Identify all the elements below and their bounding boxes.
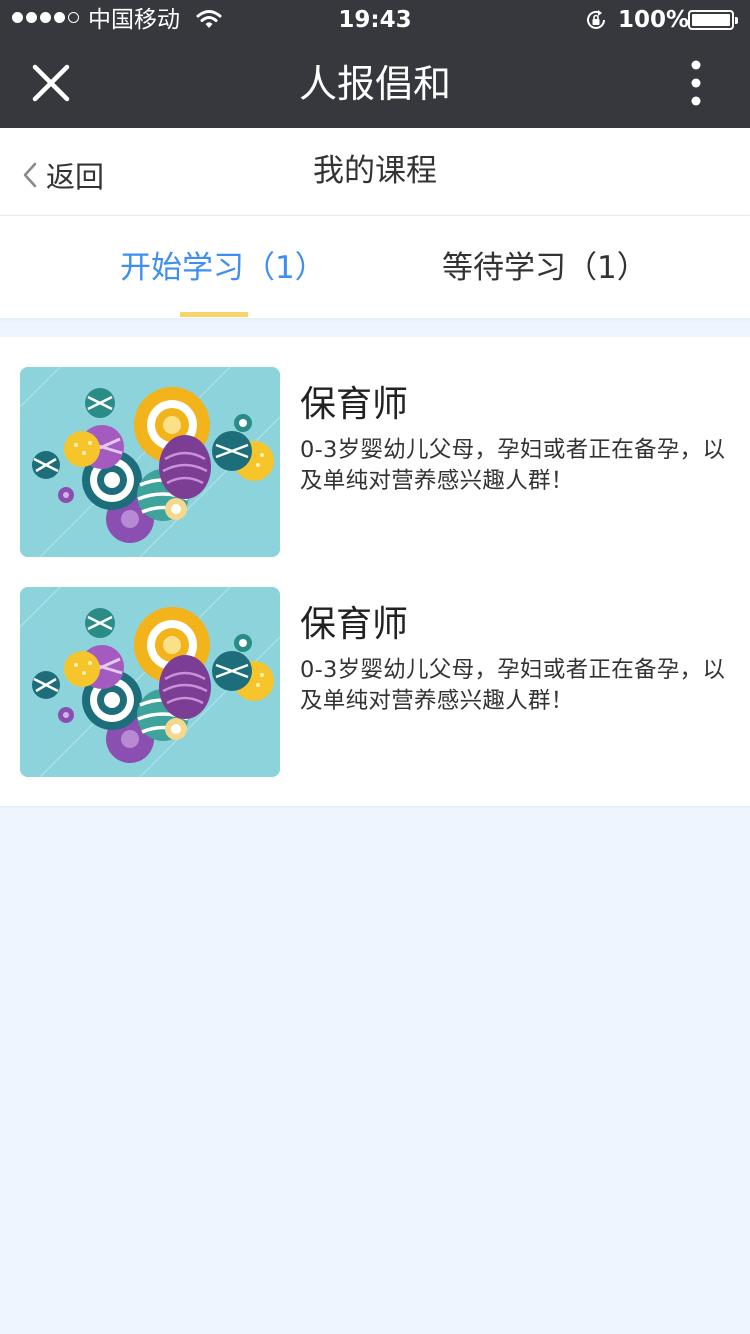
back-button[interactable]: 返回 (20, 152, 104, 198)
more-options-button[interactable] (680, 58, 712, 108)
course-title: 保育师 (300, 384, 409, 425)
back-label: 返回 (46, 160, 105, 194)
tab-start-learning[interactable]: 开始学习（1） (120, 246, 326, 290)
page-header: 返回 我的课程 (0, 128, 750, 216)
close-button[interactable] (26, 58, 76, 108)
course-item[interactable]: 保育师 0-3岁婴幼儿父母，孕妇或者正在备孕，以及单纯对营养感兴趣人群！ (20, 367, 740, 557)
course-tabs: 开始学习（1） 等待学习（1） (0, 216, 750, 318)
app-title: 人报倡和 (298, 62, 451, 106)
course-thumbnail (20, 587, 280, 777)
battery-icon (688, 10, 738, 30)
page-title: 我的课程 (313, 153, 437, 189)
active-tab-indicator (180, 312, 248, 317)
course-description: 0-3岁婴幼儿父母，孕妇或者正在备孕，以及单纯对营养感兴趣人群！ (300, 657, 726, 714)
tab-waiting-learning[interactable]: 等待学习（1） (442, 246, 648, 290)
battery-nub (735, 17, 738, 24)
course-description: 0-3岁婴幼儿父母，孕妇或者正在备孕，以及单纯对营养感兴趣人群！ (300, 437, 726, 494)
battery-percentage: 100% (618, 7, 690, 33)
rotation-lock-icon (587, 10, 605, 29)
course-item[interactable]: 保育师 0-3岁婴幼儿父母，孕妇或者正在备孕，以及单纯对营养感兴趣人群！ (20, 587, 740, 777)
battery-fill (692, 14, 730, 26)
course-thumbnail-art (20, 587, 280, 777)
course-title: 保育师 (300, 604, 409, 645)
status-bar: 中国移动 19:43 100% (0, 0, 750, 40)
course-list: 保育师 0-3岁婴幼儿父母，孕妇或者正在备孕，以及单纯对营养感兴趣人群！ 保育师… (0, 337, 750, 806)
course-thumbnail (20, 367, 280, 557)
title-bar: 中国移动 19:43 100% 人报倡和 (0, 0, 750, 128)
chevron-left-icon (23, 162, 37, 188)
course-thumbnail-art (20, 367, 280, 557)
